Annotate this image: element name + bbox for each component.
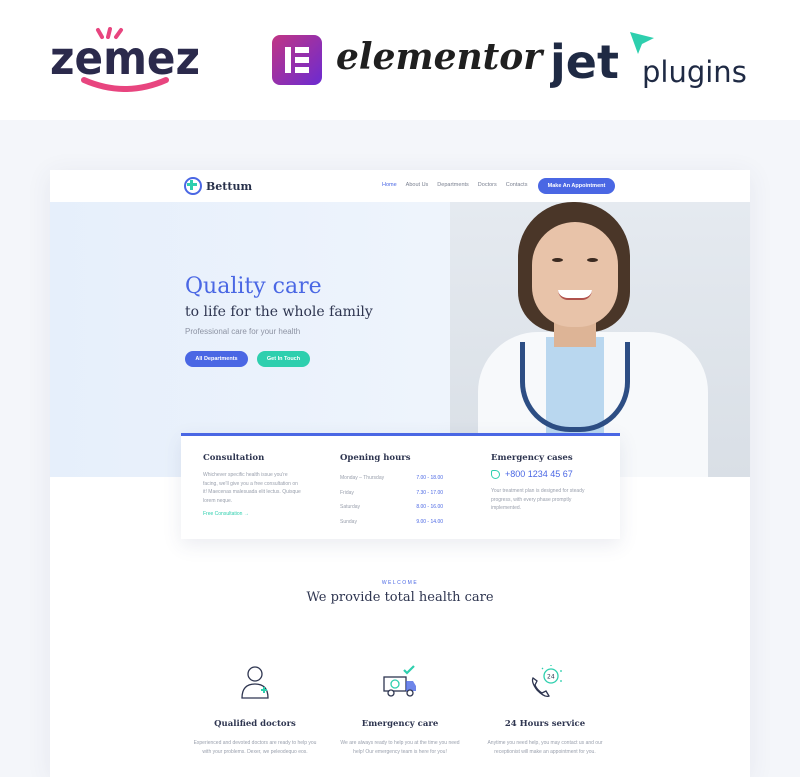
opening-hours-title: Opening hours <box>340 453 411 463</box>
welcome-kicker: WELCOME <box>381 580 419 586</box>
hours-row: Friday 7.30 - 17.00 <box>340 489 443 496</box>
get-in-touch-button[interactable]: Get In Touch <box>257 351 310 367</box>
feature-title: Emergency care <box>361 719 439 729</box>
all-departments-button[interactable]: All Departments <box>185 351 248 367</box>
welcome-heading: We provide total health care <box>306 590 494 605</box>
brand-bar: zemez elementor jet plugins <box>0 0 800 120</box>
jetplugins-logo: jet plugins <box>550 32 747 89</box>
feature-text: We are always ready to help you at the t… <box>340 740 460 755</box>
medical-cross-icon <box>184 177 202 195</box>
stethoscope-icon <box>520 342 630 432</box>
make-appointment-button[interactable]: Make An Appointment <box>538 178 615 194</box>
feature-title: 24 Hours service <box>504 719 586 729</box>
emergency-card: Emergency cases +800 1234 45 67 Your tre… <box>491 453 591 513</box>
menu-item-doctors[interactable]: Doctors <box>478 182 497 188</box>
hero-subtitle: to life for the whole family <box>185 304 373 320</box>
consultation-text: Whichever specific health issue you're f… <box>203 472 301 504</box>
elementor-icon <box>272 35 322 85</box>
hours-row: Saturday 8.00 - 16.00 <box>340 504 443 510</box>
free-consultation-link[interactable]: Free Consultation → <box>203 511 303 517</box>
hero-tagline: Professional care for your health <box>185 327 301 336</box>
zemez-wordmark: zemez <box>50 31 200 85</box>
plugins-wordmark: plugins <box>642 55 747 89</box>
feature-emergency-care: Emergency care We are always ready to he… <box>335 664 465 757</box>
jet-wordmark: jet <box>550 35 619 89</box>
site-navbar: Bettum Home About Us Departments Doctors… <box>50 170 750 202</box>
zemez-logo: zemez <box>50 27 200 92</box>
info-cards: Consultation Whichever specific health i… <box>181 433 620 539</box>
emergency-title: Emergency cases <box>491 453 573 463</box>
site-menu: Home About Us Departments Doctors Contac… <box>382 182 527 188</box>
site-logo[interactable]: Bettum <box>184 177 252 195</box>
phone-icon <box>491 469 500 479</box>
menu-item-departments[interactable]: Departments <box>437 182 469 188</box>
consultation-title: Consultation <box>203 453 265 463</box>
emergency-phone[interactable]: +800 1234 45 67 <box>491 469 591 479</box>
elementor-wordmark: elementor <box>336 36 543 78</box>
free-consultation-label: Free Consultation <box>203 511 243 517</box>
ambulance-icon <box>383 665 416 697</box>
site-logo-text: Bettum <box>206 179 253 193</box>
hours-row: Sunday 9.00 - 14.00 <box>340 518 443 525</box>
feature-qualified-doctors: Qualified doctors Experienced and devote… <box>190 664 320 757</box>
emergency-text: Your treatment plan is designed for stea… <box>491 488 585 511</box>
arrow-right-icon: → <box>243 511 249 517</box>
doctor-icon <box>241 666 269 699</box>
hours-list: Monday – Thursday 7.00 - 18.00 Friday 7.30… <box>340 471 443 529</box>
hero-title: Quality care <box>185 274 322 299</box>
feature-24h-service: 24 24 Hours service Anytime you need hel… <box>480 664 610 757</box>
hours-row: Monday – Thursday 7.00 - 18.00 <box>340 475 443 481</box>
feature-title: Qualified doctors <box>214 719 296 729</box>
opening-hours-card: Opening hours Monday – Thursday 7.00 - 18… <box>340 453 443 529</box>
svg-text:24: 24 <box>547 674 555 681</box>
menu-item-about[interactable]: About Us <box>406 182 429 188</box>
24h-phone-icon: 24 <box>531 665 562 698</box>
emergency-phone-number: +800 1234 45 67 <box>505 469 573 479</box>
menu-item-home[interactable]: Home <box>382 182 397 188</box>
menu-item-contacts[interactable]: Contacts <box>506 182 528 188</box>
website-preview: Bettum Home About Us Departments Doctors… <box>50 170 750 777</box>
feature-text: Anytime you need help, you may contact u… <box>487 740 603 755</box>
feature-text: Experienced and devoted doctors are read… <box>193 740 317 755</box>
consultation-card: Consultation Whichever specific health i… <box>203 453 303 517</box>
